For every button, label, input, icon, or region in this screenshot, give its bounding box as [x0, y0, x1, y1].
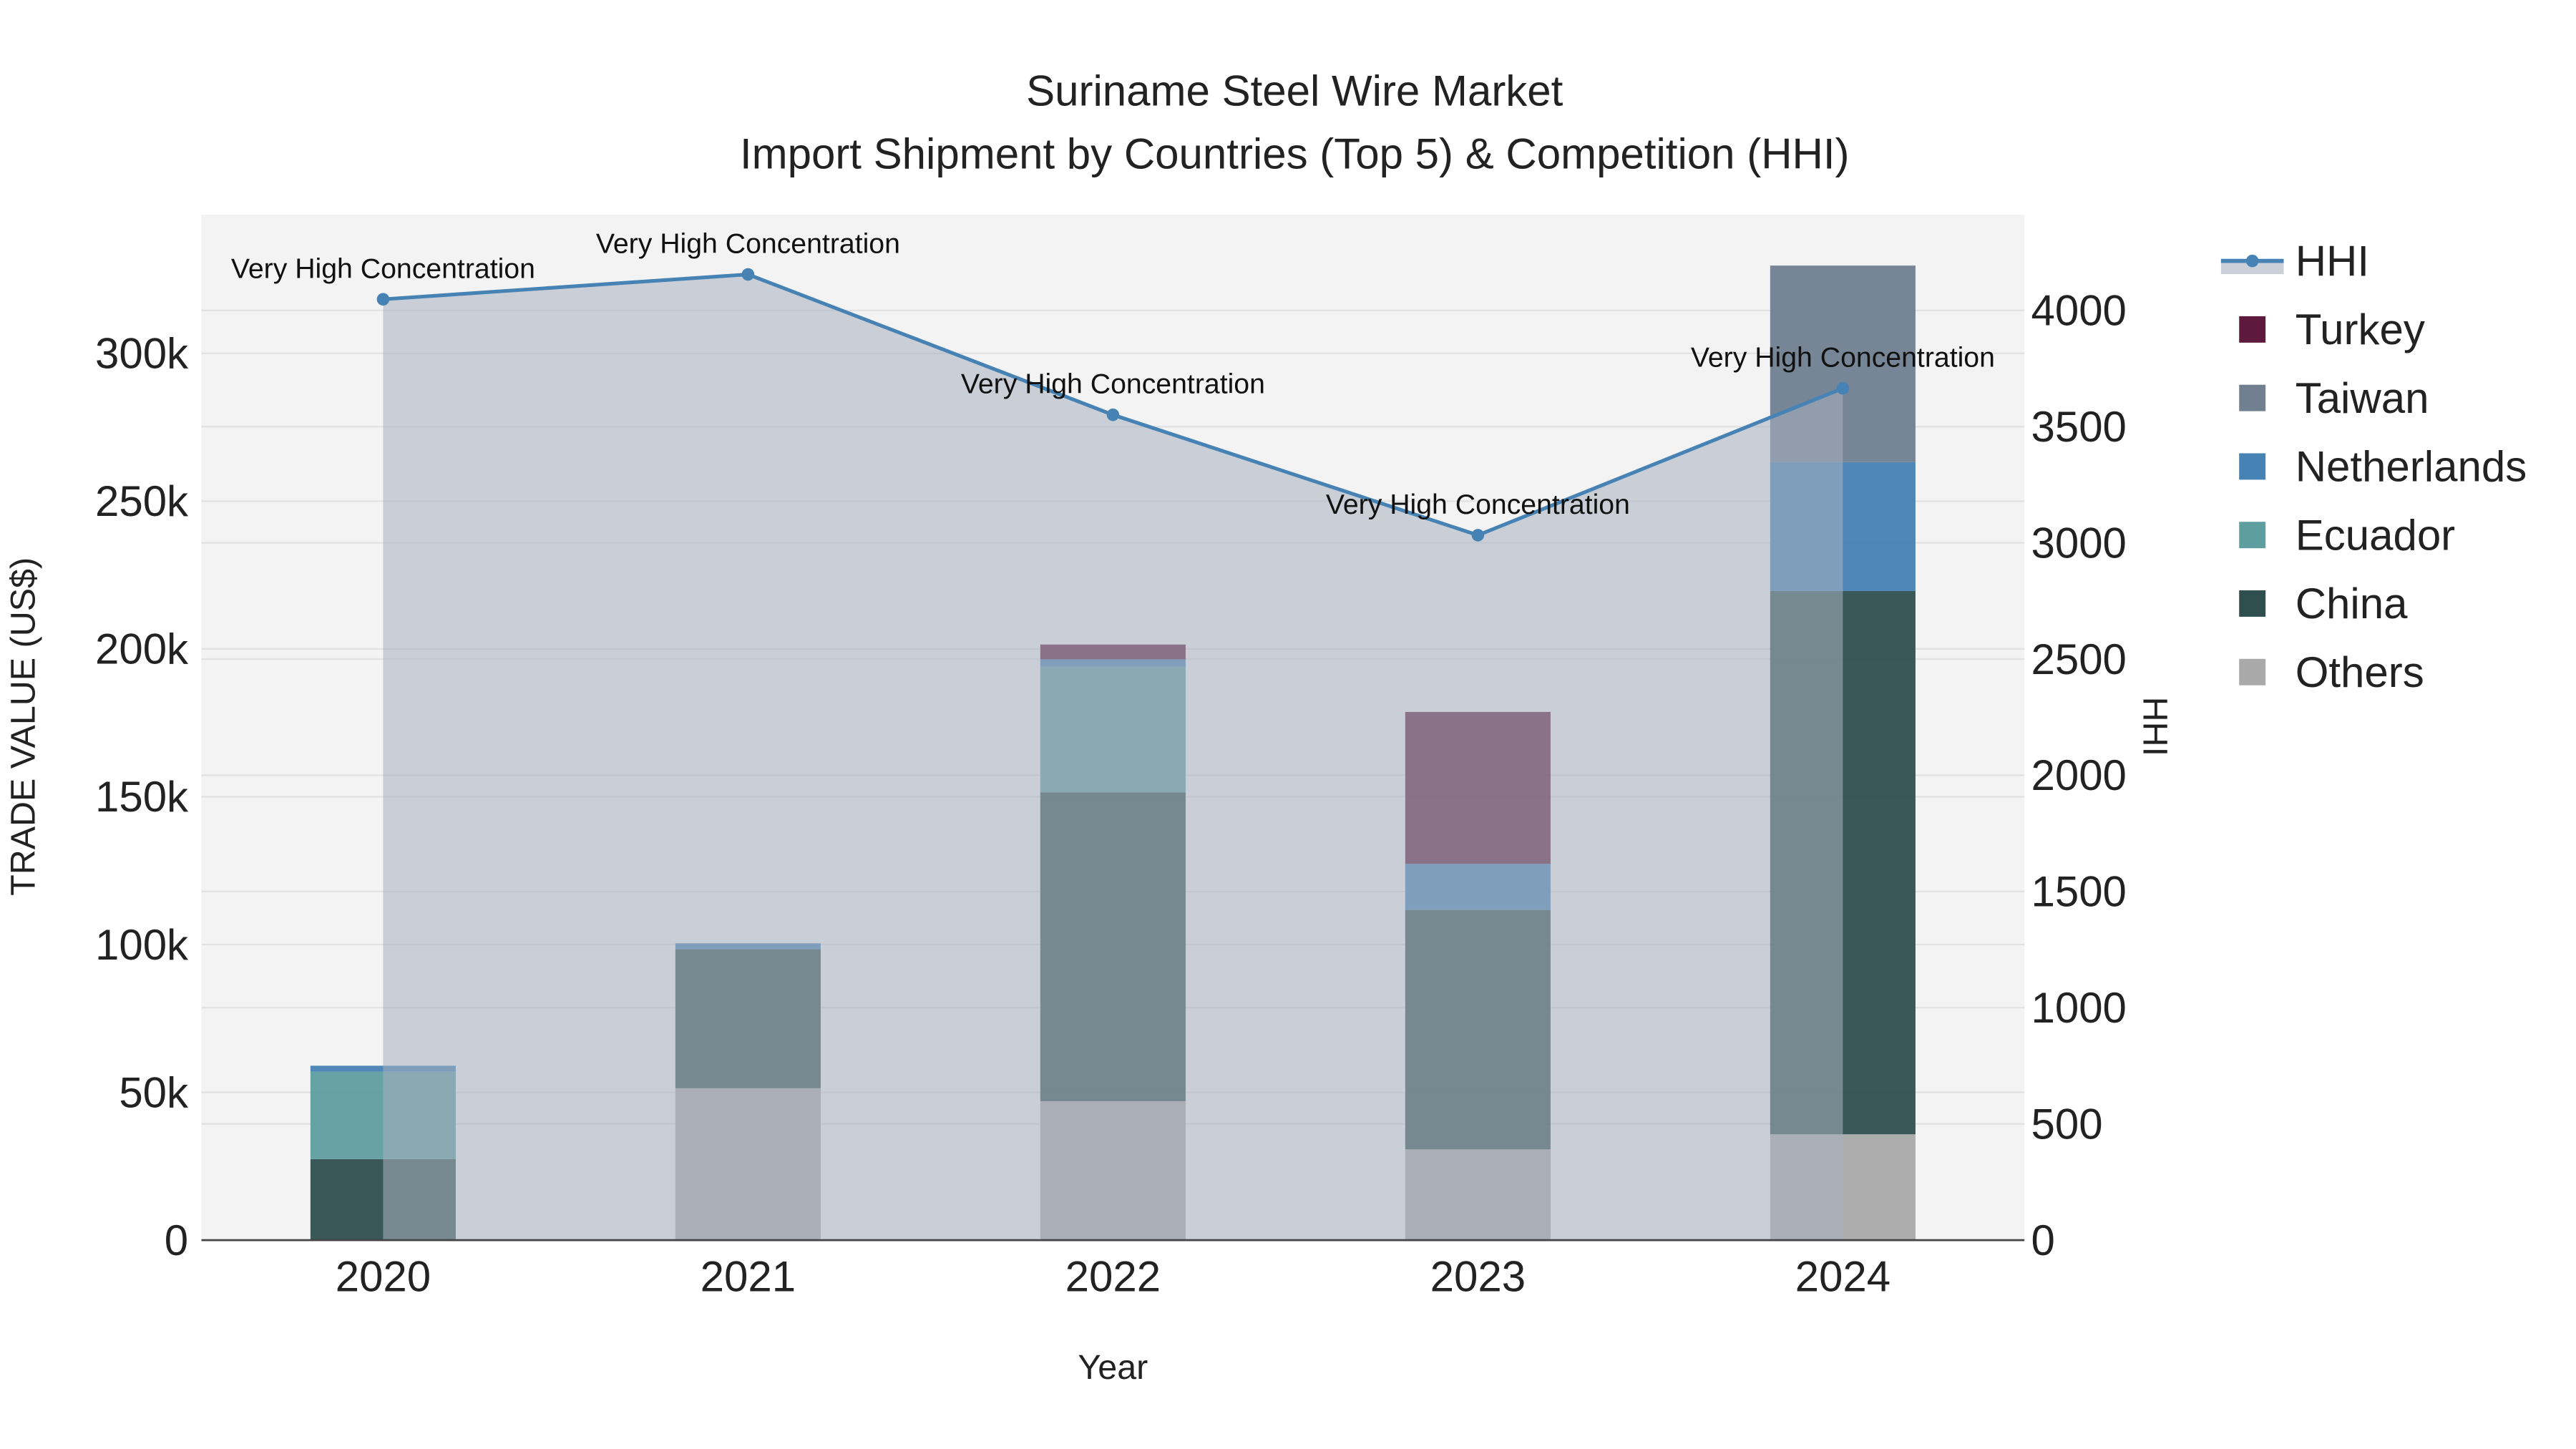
- chart: Very High Concentration Very High Concent…: [4, 67, 2527, 1387]
- y2-tick-label: 500: [2031, 1100, 2102, 1148]
- legend-label-turkey: Turkey: [2296, 306, 2425, 353]
- x-tick-label: 2023: [1430, 1253, 1526, 1301]
- legend-label-taiwan: Taiwan: [2296, 374, 2429, 422]
- legend-swatch-ecuador: [2239, 522, 2266, 549]
- legend-label-ecuador: Ecuador: [2296, 511, 2455, 559]
- legend-swatch-turkey: [2239, 316, 2266, 343]
- y2-tick-label: 2500: [2031, 635, 2126, 683]
- hhi-point-2021: [741, 268, 755, 281]
- y2-tick-label: 3500: [2031, 403, 2126, 451]
- y-tick-label: 150k: [95, 773, 189, 821]
- hhi-annotation: Very High Concentration: [1326, 489, 1630, 520]
- x-axis-title: Year: [1078, 1348, 1148, 1387]
- hhi-point-2022: [1106, 408, 1120, 421]
- y-tick-label: 0: [165, 1216, 188, 1264]
- y2-tick-label: 3000: [2031, 519, 2126, 567]
- hhi-annotation: Very High Concentration: [596, 228, 900, 260]
- y2-axis-title: HHI: [2135, 697, 2174, 756]
- legend-swatch-china: [2239, 590, 2266, 617]
- x-tick-label: 2021: [701, 1253, 796, 1301]
- chart-subtitle: Import Shipment by Countries (Top 5) & C…: [740, 130, 1850, 177]
- legend: HHI Turkey Taiwan Netherlands Ecuador China Ot…: [2220, 237, 2527, 696]
- legend-label-netherlands: Netherlands: [2296, 443, 2527, 491]
- y2-tick-label: 1500: [2031, 868, 2126, 916]
- y-tick-label: 100k: [95, 921, 189, 969]
- hhi-annotation: Very High Concentration: [231, 253, 535, 284]
- y-tick-label: 300k: [95, 330, 189, 378]
- y2-tick-label: 2000: [2031, 751, 2126, 799]
- x-tick-label: 2020: [336, 1253, 431, 1301]
- legend-swatch-netherlands: [2239, 453, 2266, 480]
- y2-tick-label: 0: [2031, 1216, 2054, 1264]
- y-tick-label: 250k: [95, 477, 189, 525]
- legend-hhi-marker: [2245, 254, 2259, 268]
- y2-tick-label: 4000: [2031, 287, 2126, 335]
- hhi-annotation: Very High Concentration: [961, 369, 1265, 400]
- x-tick-label: 2024: [1795, 1253, 1890, 1301]
- y-tick-label: 50k: [119, 1068, 189, 1116]
- legend-label-others: Others: [2296, 648, 2424, 696]
- hhi-point-2023: [1471, 529, 1485, 542]
- hhi-point-2020: [376, 293, 390, 306]
- legend-swatch-taiwan: [2239, 384, 2266, 411]
- chart-title: Suriname Steel Wire Market: [1026, 67, 1563, 115]
- legend-swatch-others: [2239, 658, 2266, 686]
- y-tick-label: 200k: [95, 625, 189, 673]
- legend-label-china: China: [2296, 580, 2408, 628]
- y-axis-title: TRADE VALUE (US$): [4, 557, 42, 896]
- hhi-annotation: Very High Concentration: [1691, 342, 1995, 374]
- hhi-point-2024: [1836, 381, 1850, 395]
- x-tick-label: 2022: [1065, 1253, 1161, 1301]
- y2-tick-label: 1000: [2031, 984, 2126, 1032]
- legend-label-hhi: HHI: [2296, 237, 2369, 285]
